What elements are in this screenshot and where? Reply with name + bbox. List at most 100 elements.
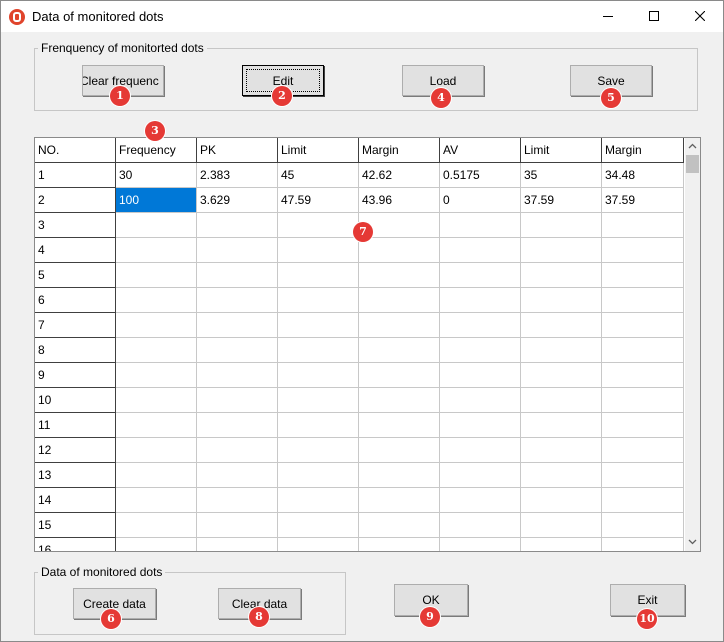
grid-cell[interactable] — [116, 338, 197, 363]
grid-cell[interactable] — [602, 513, 684, 538]
grid-cell[interactable] — [278, 213, 359, 238]
grid-cell[interactable] — [278, 513, 359, 538]
grid-cell[interactable] — [359, 388, 440, 413]
grid-cell[interactable]: 47.59 — [278, 188, 359, 213]
grid-cell[interactable] — [602, 338, 684, 363]
grid-cell[interactable]: 37.59 — [521, 188, 602, 213]
grid-cell[interactable] — [116, 238, 197, 263]
grid-cell[interactable] — [440, 338, 521, 363]
grid-cell[interactable] — [440, 288, 521, 313]
grid-cell[interactable] — [116, 438, 197, 463]
row-header[interactable]: 14 — [35, 488, 116, 513]
grid-cell[interactable] — [521, 288, 602, 313]
maximize-button[interactable] — [631, 1, 677, 32]
grid-cell[interactable] — [197, 488, 278, 513]
scroll-down-icon[interactable] — [685, 534, 700, 549]
grid-cell[interactable] — [359, 463, 440, 488]
grid-cell[interactable]: 2.383 — [197, 163, 278, 188]
grid-cell[interactable] — [278, 313, 359, 338]
grid-cell[interactable] — [359, 288, 440, 313]
grid-cell[interactable]: 30 — [116, 163, 197, 188]
scroll-up-icon[interactable] — [685, 139, 700, 154]
grid-cell[interactable] — [197, 213, 278, 238]
grid-cell[interactable]: 45 — [278, 163, 359, 188]
row-header[interactable]: 6 — [35, 288, 116, 313]
vertical-scrollbar[interactable] — [685, 138, 700, 551]
grid-cell[interactable]: 35 — [521, 163, 602, 188]
column-header[interactable]: Frequency — [116, 138, 197, 163]
grid-cell[interactable] — [116, 363, 197, 388]
row-header[interactable]: 12 — [35, 438, 116, 463]
grid-cell[interactable] — [440, 538, 521, 551]
title-bar[interactable]: Data of monitored dots — [1, 1, 723, 32]
column-header[interactable]: PK — [197, 138, 278, 163]
grid-cell[interactable] — [359, 413, 440, 438]
row-header[interactable]: 9 — [35, 363, 116, 388]
grid-cell[interactable] — [521, 238, 602, 263]
grid-cell[interactable] — [440, 488, 521, 513]
grid-cell[interactable]: 43.96 — [359, 188, 440, 213]
grid-cell[interactable] — [521, 438, 602, 463]
grid-cell[interactable] — [116, 288, 197, 313]
grid-cell[interactable] — [440, 513, 521, 538]
grid-cell[interactable] — [602, 463, 684, 488]
grid-cell[interactable] — [359, 338, 440, 363]
grid-cell[interactable] — [278, 238, 359, 263]
grid-cell[interactable] — [521, 538, 602, 551]
row-header[interactable]: 7 — [35, 313, 116, 338]
grid-cell[interactable] — [602, 213, 684, 238]
row-header[interactable]: 15 — [35, 513, 116, 538]
grid-cell[interactable] — [521, 338, 602, 363]
grid-cell[interactable] — [359, 488, 440, 513]
grid-cell[interactable] — [197, 363, 278, 388]
grid-cell[interactable] — [521, 363, 602, 388]
grid-cell[interactable] — [521, 488, 602, 513]
grid-cell[interactable] — [521, 463, 602, 488]
column-header[interactable]: Limit — [521, 138, 602, 163]
grid-cell[interactable] — [440, 238, 521, 263]
column-header[interactable]: AV — [440, 138, 521, 163]
grid-cell[interactable] — [602, 538, 684, 551]
grid-cell[interactable]: 100 — [116, 188, 197, 213]
grid-cell[interactable] — [116, 413, 197, 438]
minimize-button[interactable] — [585, 1, 631, 32]
row-header[interactable]: 4 — [35, 238, 116, 263]
column-header[interactable]: Margin — [359, 138, 440, 163]
grid-cell[interactable] — [197, 513, 278, 538]
grid-cell[interactable] — [197, 338, 278, 363]
grid-cell[interactable] — [278, 438, 359, 463]
grid-cell[interactable] — [602, 238, 684, 263]
column-header[interactable]: Margin — [602, 138, 684, 163]
grid-cell[interactable] — [278, 488, 359, 513]
grid-cell[interactable] — [197, 413, 278, 438]
row-header[interactable]: 13 — [35, 463, 116, 488]
grid-cell[interactable] — [197, 313, 278, 338]
grid-cell[interactable] — [197, 263, 278, 288]
grid-cell[interactable]: 0.5175 — [440, 163, 521, 188]
grid-cell[interactable] — [197, 463, 278, 488]
grid-cell[interactable] — [197, 538, 278, 551]
grid-cell[interactable]: 42.62 — [359, 163, 440, 188]
row-header[interactable]: 1 — [35, 163, 116, 188]
grid-cell[interactable] — [116, 313, 197, 338]
column-header[interactable]: Limit — [278, 138, 359, 163]
grid-cell[interactable] — [116, 463, 197, 488]
grid-cell[interactable] — [602, 363, 684, 388]
grid-cell[interactable] — [116, 538, 197, 551]
grid-cell[interactable] — [602, 313, 684, 338]
column-header[interactable]: NO. — [35, 138, 116, 163]
grid-cell[interactable] — [278, 263, 359, 288]
grid-cell[interactable] — [440, 413, 521, 438]
close-button[interactable] — [677, 1, 723, 32]
grid-cell[interactable] — [197, 388, 278, 413]
grid-cell[interactable] — [521, 263, 602, 288]
grid-cell[interactable] — [521, 413, 602, 438]
grid-cell[interactable] — [359, 363, 440, 388]
grid-cell[interactable] — [602, 288, 684, 313]
grid-cell[interactable] — [521, 213, 602, 238]
grid-cell[interactable] — [278, 463, 359, 488]
row-header[interactable]: 2 — [35, 188, 116, 213]
grid-cell[interactable] — [602, 263, 684, 288]
grid-cell[interactable] — [440, 438, 521, 463]
grid-cell[interactable] — [359, 313, 440, 338]
